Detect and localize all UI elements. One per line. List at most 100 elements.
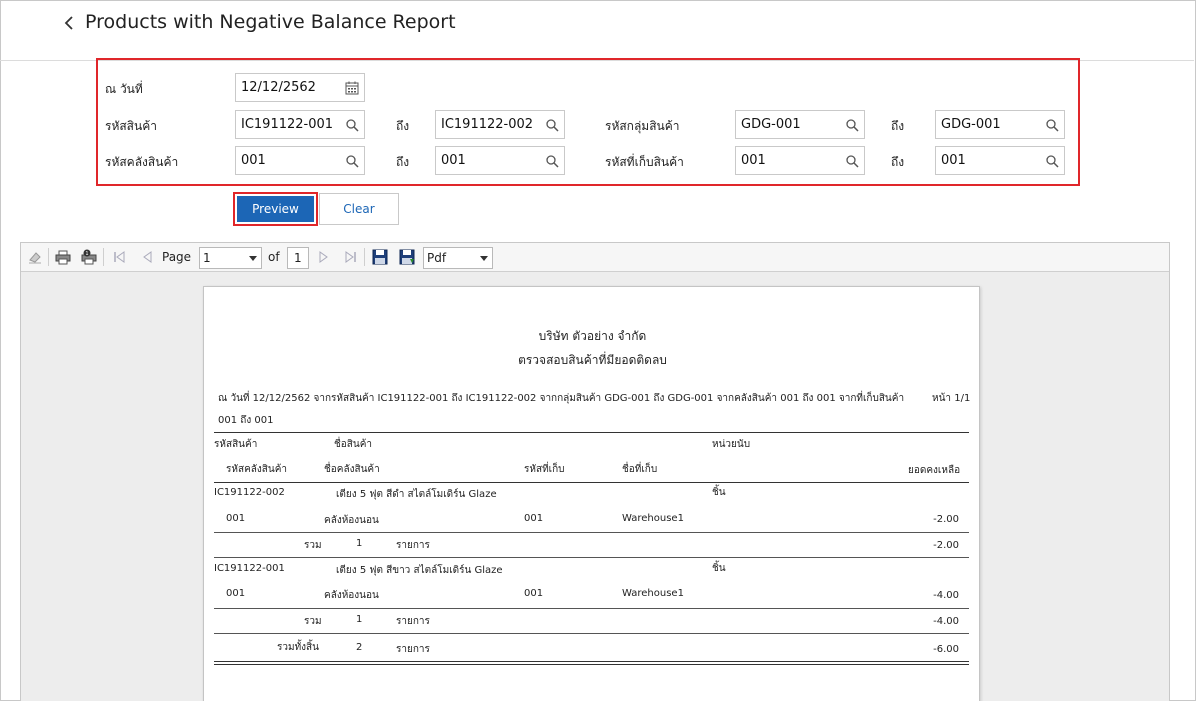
report-title: ตรวจสอบสินค้าที่มียอดติดลบ (518, 353, 667, 367)
chevron-down-icon (480, 256, 488, 261)
item-balance: -2.00 (933, 514, 959, 525)
search-icon[interactable] (845, 154, 859, 168)
report-criteria-line1: ณ วันที่ 12/12/2562 จากรหัสสินค้า IC1911… (218, 393, 905, 404)
search-icon[interactable] (545, 118, 559, 132)
item-location-name: Warehouse1 (622, 588, 684, 599)
location-to-label: ถึง (891, 155, 905, 169)
clear-button[interactable]: Clear (319, 193, 399, 225)
warehouse-to-value: 001 (441, 153, 466, 168)
item-name: เตียง 5 ฟุต สีขาว สไตล์โมเดิร์น Glaze (336, 565, 503, 576)
page-label: Page (162, 250, 192, 264)
item-warehouse-name: คลังห้องนอน (324, 515, 379, 526)
page-title: Products with Negative Balance Report (85, 11, 456, 33)
report-viewer: 1 Page 1 of 1 Pdf บริษัท ตัวอย่าง จำกัด … (20, 242, 1170, 701)
search-icon[interactable] (345, 118, 359, 132)
export-format-select[interactable]: Pdf (423, 247, 493, 269)
date-label: ณ วันที่ (105, 82, 143, 96)
preview-button-label: Preview (237, 196, 314, 222)
location-to-value: 001 (941, 153, 966, 168)
group-from-value: GDG-001 (741, 117, 801, 132)
group-to-label: ถึง (891, 119, 905, 133)
first-page-icon[interactable] (111, 249, 127, 265)
item-location-name: Warehouse1 (622, 513, 684, 524)
col-warehouse-code: รหัสคลังสินค้า (226, 464, 288, 475)
grand-total-balance: -6.00 (933, 644, 959, 655)
product-from-value: IC191122-001 (241, 117, 334, 132)
grand-total-unit: รายการ (396, 644, 430, 655)
grand-total-count: 2 (356, 642, 363, 653)
search-icon[interactable] (845, 118, 859, 132)
save-icon[interactable] (372, 249, 388, 265)
product-to-field[interactable]: IC191122-002 (435, 110, 565, 139)
chevron-left-icon[interactable] (62, 12, 78, 34)
next-page-icon[interactable] (316, 249, 332, 265)
search-icon[interactable] (1045, 118, 1059, 132)
print-page-icon[interactable]: 1 (81, 249, 97, 265)
subtotal-unit: รายการ (396, 540, 430, 551)
warehouse-from-value: 001 (241, 153, 266, 168)
search-icon[interactable] (545, 154, 559, 168)
warehouse-label: รหัสคลังสินค้า (105, 155, 179, 169)
col-product-code: รหัสสินค้า (214, 439, 258, 450)
product-to-label: ถึง (396, 119, 410, 133)
subtotal-count: 1 (356, 538, 363, 549)
item-balance: -4.00 (933, 590, 959, 601)
total-pages-value: 1 (294, 251, 302, 265)
location-from-field[interactable]: 001 (735, 146, 865, 175)
warehouse-to-label: ถึง (396, 155, 410, 169)
location-label: รหัสที่เก็บสินค้า (605, 155, 684, 169)
export-save-icon[interactable] (399, 249, 415, 265)
item-unit: ชิ้น (712, 487, 726, 498)
col-unit: หน่วยนับ (712, 439, 751, 450)
warehouse-to-field[interactable]: 001 (435, 146, 565, 175)
last-page-icon[interactable] (343, 249, 359, 265)
col-location-code: รหัสที่เก็บ (524, 464, 565, 475)
subtotal-unit: รายการ (396, 616, 430, 627)
chevron-down-icon (249, 256, 257, 261)
of-label: of (268, 250, 280, 264)
subtotal-balance: -4.00 (933, 616, 959, 627)
item-name: เตียง 5 ฟุต สีดำ สไตล์โมเดิร์น Glaze (336, 489, 497, 500)
subtotal-label: รวม (304, 616, 322, 627)
date-value: 12/12/2562 (241, 80, 316, 95)
report-criteria-line2: 001 ถึง 001 (218, 415, 274, 426)
item-location-code: 001 (524, 588, 544, 599)
preview-button[interactable]: Preview (233, 192, 318, 226)
report-company: บริษัท ตัวอย่าง จำกัด (538, 329, 647, 343)
page-select[interactable]: 1 (199, 247, 262, 269)
group-from-field[interactable]: GDG-001 (735, 110, 865, 139)
location-from-value: 001 (741, 153, 766, 168)
warehouse-from-field[interactable]: 001 (235, 146, 365, 175)
col-product-name: ชื่อสินค้า (334, 439, 373, 450)
col-location-name: ชื่อที่เก็บ (622, 464, 658, 475)
item-warehouse-code: 001 (226, 588, 246, 599)
page-header: Products with Negative Balance Report (0, 0, 1194, 61)
item-unit: ชิ้น (712, 563, 726, 574)
product-group-label: รหัสกลุ่มสินค้า (605, 119, 680, 133)
subtotal-count: 1 (356, 614, 363, 625)
subtotal-label: รวม (304, 540, 322, 551)
total-pages-box: 1 (287, 247, 309, 269)
col-warehouse-name: ชื่อคลังสินค้า (324, 464, 380, 475)
subtotal-balance: -2.00 (933, 540, 959, 551)
previous-page-icon[interactable] (139, 249, 155, 265)
report-page: บริษัท ตัวอย่าง จำกัด ตรวจสอบสินค้าที่มี… (203, 286, 980, 701)
product-to-value: IC191122-002 (441, 117, 534, 132)
search-icon[interactable] (1045, 154, 1059, 168)
col-balance: ยอดคงเหลือ (908, 465, 961, 476)
item-warehouse-name: คลังห้องนอน (324, 590, 379, 601)
item-location-code: 001 (524, 513, 544, 524)
calendar-icon[interactable] (345, 81, 359, 95)
search-icon[interactable] (345, 154, 359, 168)
group-to-field[interactable]: GDG-001 (935, 110, 1065, 139)
product-code-label: รหัสสินค้า (105, 119, 157, 133)
export-format-value: Pdf (427, 251, 447, 265)
filter-panel: ณ วันที่ 12/12/2562 รหัสสินค้า IC191122-… (96, 58, 1080, 186)
eraser-icon[interactable] (27, 249, 43, 265)
group-to-value: GDG-001 (941, 117, 1001, 132)
product-from-field[interactable]: IC191122-001 (235, 110, 365, 139)
location-to-field[interactable]: 001 (935, 146, 1065, 175)
viewer-toolbar: 1 Page 1 of 1 Pdf (21, 243, 1169, 272)
print-icon[interactable] (55, 249, 71, 265)
date-field[interactable]: 12/12/2562 (235, 73, 365, 102)
